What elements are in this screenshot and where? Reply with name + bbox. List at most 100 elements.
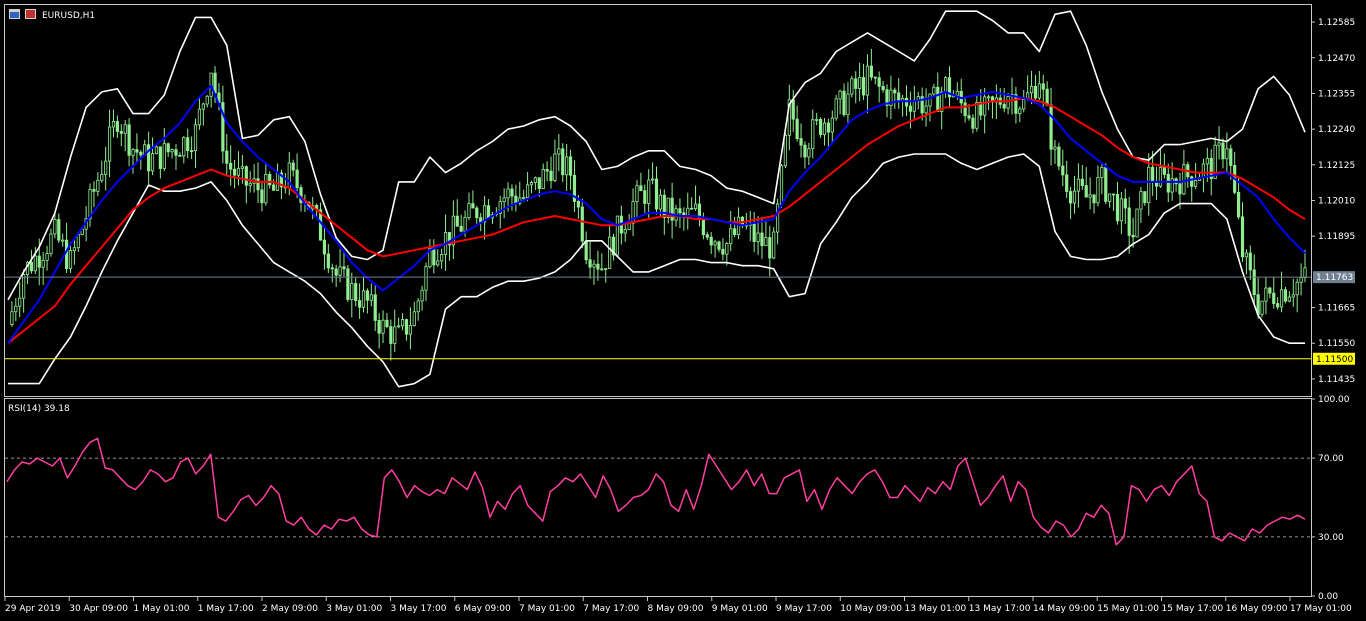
- candle-body: [100, 174, 104, 181]
- candle-body: [186, 137, 190, 151]
- candle-body: [1217, 142, 1221, 146]
- time-tick-label: 13 May 17:00: [969, 604, 1031, 614]
- candle-body: [561, 148, 565, 176]
- candle-body: [1084, 185, 1088, 198]
- candle-body: [174, 149, 178, 156]
- candle-body: [799, 138, 803, 146]
- candle-body: [846, 93, 850, 115]
- time-tick-label: 29 Apr 2019: [5, 604, 61, 614]
- candle-body: [1127, 207, 1131, 236]
- candle-body: [1151, 166, 1155, 183]
- time-tick-label: 15 May 01:00: [1097, 604, 1159, 614]
- candle-body: [639, 185, 643, 192]
- candle-body: [29, 261, 34, 272]
- candle-body: [166, 143, 170, 153]
- price-tick-label: 1.12240: [1318, 125, 1355, 135]
- candle-body: [354, 283, 358, 301]
- candle-body: [111, 121, 116, 128]
- time-tick-label: 13 May 01:00: [905, 604, 967, 614]
- candle-body: [596, 263, 600, 270]
- candle-body: [678, 208, 682, 214]
- candle-body: [412, 311, 416, 326]
- candle-body: [791, 99, 795, 120]
- time-tick-label: 9 May 01:00: [712, 604, 768, 614]
- candle-body: [533, 177, 537, 183]
- candle-body: [1147, 166, 1151, 204]
- candle-body: [807, 148, 811, 158]
- candle-body: [654, 178, 659, 210]
- candle-body: [783, 134, 788, 167]
- candle-body: [1080, 178, 1084, 186]
- candle-body: [334, 268, 338, 276]
- candle-body: [537, 177, 541, 189]
- candle-body: [61, 239, 65, 242]
- candle-body: [1268, 287, 1272, 294]
- candle-body: [190, 150, 194, 152]
- candle-body: [1182, 164, 1186, 195]
- chart-canvas[interactable]: 1.12585 1.12470 1.12355 1.12240 1.12125 1.120…: [0, 0, 1366, 621]
- candle-body: [1006, 96, 1010, 109]
- candle-body: [440, 253, 444, 262]
- candle-body: [162, 143, 166, 169]
- candle-body: [1276, 303, 1280, 308]
- candle-body: [229, 162, 233, 170]
- time-tick-label: 9 May 17:00: [776, 604, 832, 614]
- candle-body: [971, 117, 975, 129]
- time-tick-label: 30 Apr 09:00: [69, 604, 128, 614]
- candle-body: [983, 96, 987, 116]
- candle-body: [967, 115, 971, 119]
- candle-body: [510, 188, 514, 197]
- candle-body: [506, 188, 510, 199]
- candle-body: [1037, 83, 1041, 99]
- candle-body: [568, 156, 573, 176]
- candle-body: [600, 268, 604, 271]
- candle-body: [772, 231, 776, 259]
- candle-body: [756, 232, 760, 242]
- candle-body: [580, 206, 584, 242]
- candle-body: [330, 267, 334, 270]
- candle-body: [475, 207, 479, 219]
- candle-body: [193, 124, 198, 151]
- candle-body: [41, 259, 45, 268]
- candle-body: [858, 77, 862, 89]
- candle-body: [248, 182, 252, 186]
- candle-body: [803, 144, 807, 158]
- time-tick-label: 16 May 09:00: [1226, 604, 1288, 614]
- candle-body: [416, 300, 420, 313]
- candle-body: [1108, 193, 1112, 202]
- candle-body: [381, 319, 385, 334]
- candle-body: [690, 207, 694, 210]
- candle-body: [955, 90, 959, 96]
- candle-body: [815, 118, 819, 121]
- candle-body: [338, 266, 342, 276]
- flag-icon-inner: [26, 10, 35, 18]
- candle-body: [400, 319, 405, 327]
- candle-body: [182, 137, 186, 157]
- candle-body: [658, 194, 663, 210]
- candle-body: [873, 76, 877, 79]
- candle-body: [33, 255, 37, 272]
- candle-body: [522, 197, 526, 199]
- candle-body: [37, 255, 41, 268]
- candle-body: [201, 103, 205, 110]
- candle-body: [811, 119, 815, 150]
- candle-body: [897, 92, 901, 102]
- candle-body: [107, 126, 112, 162]
- candle-body: [377, 320, 381, 334]
- candle-body: [486, 205, 491, 219]
- candle-body: [1158, 166, 1163, 187]
- candle-body: [541, 169, 545, 189]
- candle-body: [154, 146, 159, 155]
- candle-body: [115, 121, 119, 132]
- candle-body: [350, 283, 354, 300]
- candle-body: [467, 203, 471, 218]
- candle-body: [1096, 176, 1100, 204]
- candle-body: [158, 146, 162, 169]
- time-tick-label: 14 May 09:00: [1033, 604, 1095, 614]
- candle-body: [826, 122, 830, 133]
- price-tick-label: 1.11895: [1318, 232, 1355, 242]
- support-label: 1.11500: [1316, 355, 1353, 365]
- price-tick-label: 1.12470: [1318, 54, 1355, 64]
- candle-body: [975, 102, 979, 129]
- rsi-tick-label: 30.00: [1318, 533, 1344, 543]
